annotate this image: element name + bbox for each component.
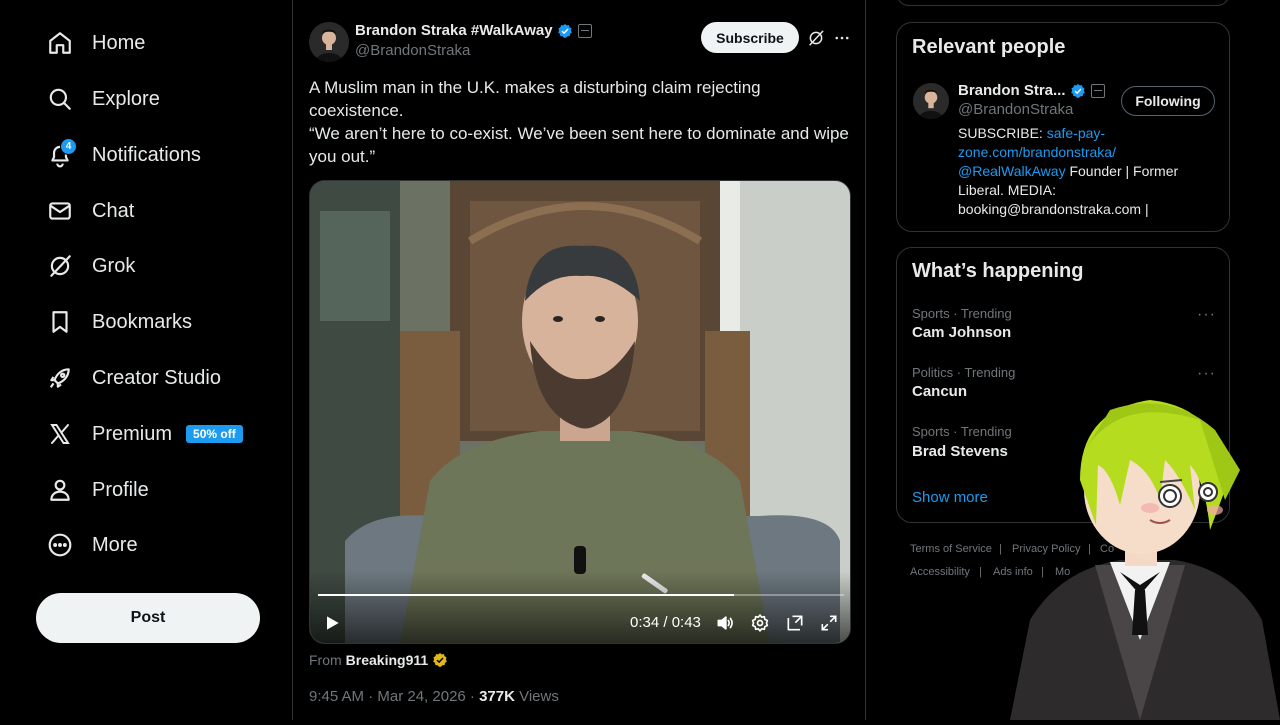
trend-category: Sports · Trending (912, 424, 1012, 439)
whats-happening-title: What’s happening (912, 260, 1084, 282)
volume-button[interactable] (715, 613, 735, 633)
nav-explore-label: Explore (92, 87, 160, 110)
nav-bookmarks[interactable]: Bookmarks (46, 302, 192, 342)
author-name[interactable]: Brandon Straka #WalkAway (355, 22, 592, 39)
terms-link[interactable]: Terms of Service (910, 543, 992, 555)
trend-category: Sports · Trending (912, 306, 1012, 321)
play-button[interactable] (322, 613, 342, 633)
video-source: From Breaking911 (309, 652, 448, 668)
nav-more-label: More (92, 533, 138, 556)
tweet-text-quote: “We aren’t here to co-exist. We’ve been … (309, 124, 849, 166)
nav-explore[interactable]: Explore (46, 79, 160, 119)
trend-more-button[interactable]: ··· (1197, 365, 1216, 383)
video-time: 0:34 / 0:43 (630, 614, 701, 631)
search-icon (46, 85, 74, 113)
bookmark-icon (46, 308, 74, 336)
relevant-person-avatar[interactable] (913, 83, 949, 119)
trend-name[interactable]: Brad Stevens (912, 443, 1008, 460)
author-name-text: Brandon Straka #WalkAway (355, 22, 553, 39)
trend-name[interactable]: Cam Johnson (912, 324, 1011, 341)
subscribe-button[interactable]: Subscribe (701, 22, 799, 53)
grok-icon (46, 252, 74, 280)
nav-chat[interactable]: Chat (46, 191, 134, 231)
dock-video-button[interactable] (785, 613, 805, 633)
tweet-metadata: 9:45 AM · Mar 24, 2026 · 377K Views (309, 688, 559, 705)
bio-prefix: SUBSCRIBE: (958, 125, 1047, 141)
nav-home-label: Home (92, 31, 146, 54)
x-logo-icon (46, 420, 74, 448)
video-settings-button[interactable] (750, 613, 770, 633)
mail-icon (46, 197, 74, 225)
nav-creator-studio[interactable]: Creator Studio (46, 358, 221, 398)
video-player[interactable]: 0:34 / 0:43 (309, 180, 851, 644)
views-label: Views (514, 688, 559, 705)
nav-notifications-label: Notifications (92, 143, 201, 166)
play-icon (322, 613, 342, 633)
nav-profile-label: Profile (92, 478, 149, 501)
more-horizontal-icon (833, 29, 851, 47)
verified-badge-icon (557, 23, 573, 39)
following-button[interactable]: Following (1121, 86, 1215, 116)
home-icon (46, 29, 74, 57)
nav-bookmarks-label: Bookmarks (92, 310, 193, 333)
nav-profile[interactable]: Profile (46, 470, 149, 510)
nav-more[interactable]: More (46, 525, 138, 565)
bio-link-walkaway[interactable]: @RealWalkAway (958, 163, 1066, 179)
tweet-timestamp[interactable]: 9:45 AM · Mar 24, 2026 · (309, 688, 479, 705)
search-box-edge (896, 0, 1230, 6)
nav-home[interactable]: Home (46, 23, 145, 63)
tweet-detail: Brandon Straka #WalkAway @BrandonStraka … (292, 0, 866, 720)
dock-icon (785, 613, 805, 633)
trend-category: Politics · Trending (912, 365, 1016, 380)
person-icon (46, 476, 74, 504)
relevant-people-card: Relevant people Brandon Stra... @Brandon… (896, 22, 1230, 232)
from-label: From (309, 652, 342, 668)
trend-name[interactable]: Cancun (912, 383, 967, 400)
post-button[interactable]: Post (36, 593, 260, 643)
author-avatar[interactable] (309, 22, 349, 62)
video-frame (310, 181, 850, 643)
nav-notifications[interactable]: 4 Notifications (46, 135, 201, 175)
video-progress-bar[interactable] (318, 594, 844, 596)
from-source-link[interactable]: Breaking911 (346, 652, 429, 668)
author-handle[interactable]: @BrandonStraka (355, 42, 470, 59)
gear-icon (750, 613, 770, 633)
relevant-person-handle[interactable]: @BrandonStraka (958, 101, 1073, 118)
vtuber-avatar-overlay (1000, 390, 1280, 725)
view-count: 377K (479, 688, 515, 705)
volume-icon (715, 613, 735, 633)
nav-premium-label: Premium (92, 422, 173, 445)
nav-grok-label: Grok (92, 254, 136, 277)
tweet-text-line1: A Muslim man in the U.K. makes a disturb… (309, 78, 761, 120)
accessibility-link[interactable]: Accessibility (910, 566, 970, 578)
notification-count-badge: 4 (60, 138, 77, 155)
grok-icon (807, 29, 825, 47)
trend-more-button[interactable]: ··· (1197, 306, 1216, 324)
show-more-link[interactable]: Show more (912, 489, 988, 506)
verified-badge-icon (1070, 83, 1086, 99)
relevant-person-bio: SUBSCRIBE: safe-pay-zone.com/brandonstra… (958, 124, 1218, 219)
footer-separator: | (979, 566, 982, 578)
video-progress-fill (318, 594, 734, 596)
premium-discount-badge: 50% off (186, 425, 243, 443)
nav-chat-label: Chat (92, 199, 135, 222)
affiliate-badge-icon (577, 23, 592, 38)
bell-icon: 4 (46, 138, 77, 169)
more-circle-icon (46, 531, 74, 559)
rocket-icon (46, 364, 74, 392)
grok-explain-button[interactable] (807, 29, 825, 47)
affiliate-badge-icon (1090, 83, 1105, 98)
nav-creator-studio-label: Creator Studio (92, 366, 221, 389)
relevant-person-name-text: Brandon Stra... (958, 82, 1066, 99)
tweet-more-button[interactable] (833, 29, 851, 47)
relevant-people-title: Relevant people (912, 36, 1066, 58)
relevant-person-name[interactable]: Brandon Stra... (958, 82, 1105, 99)
fullscreen-icon (819, 613, 839, 633)
nav-premium[interactable]: Premium 50% off (46, 414, 243, 454)
nav-grok[interactable]: Grok (46, 246, 135, 286)
fullscreen-button[interactable] (819, 613, 839, 633)
left-navigation: Home Explore 4 Notifications Chat Grok B… (0, 0, 292, 720)
gold-verified-badge-icon (432, 652, 448, 668)
